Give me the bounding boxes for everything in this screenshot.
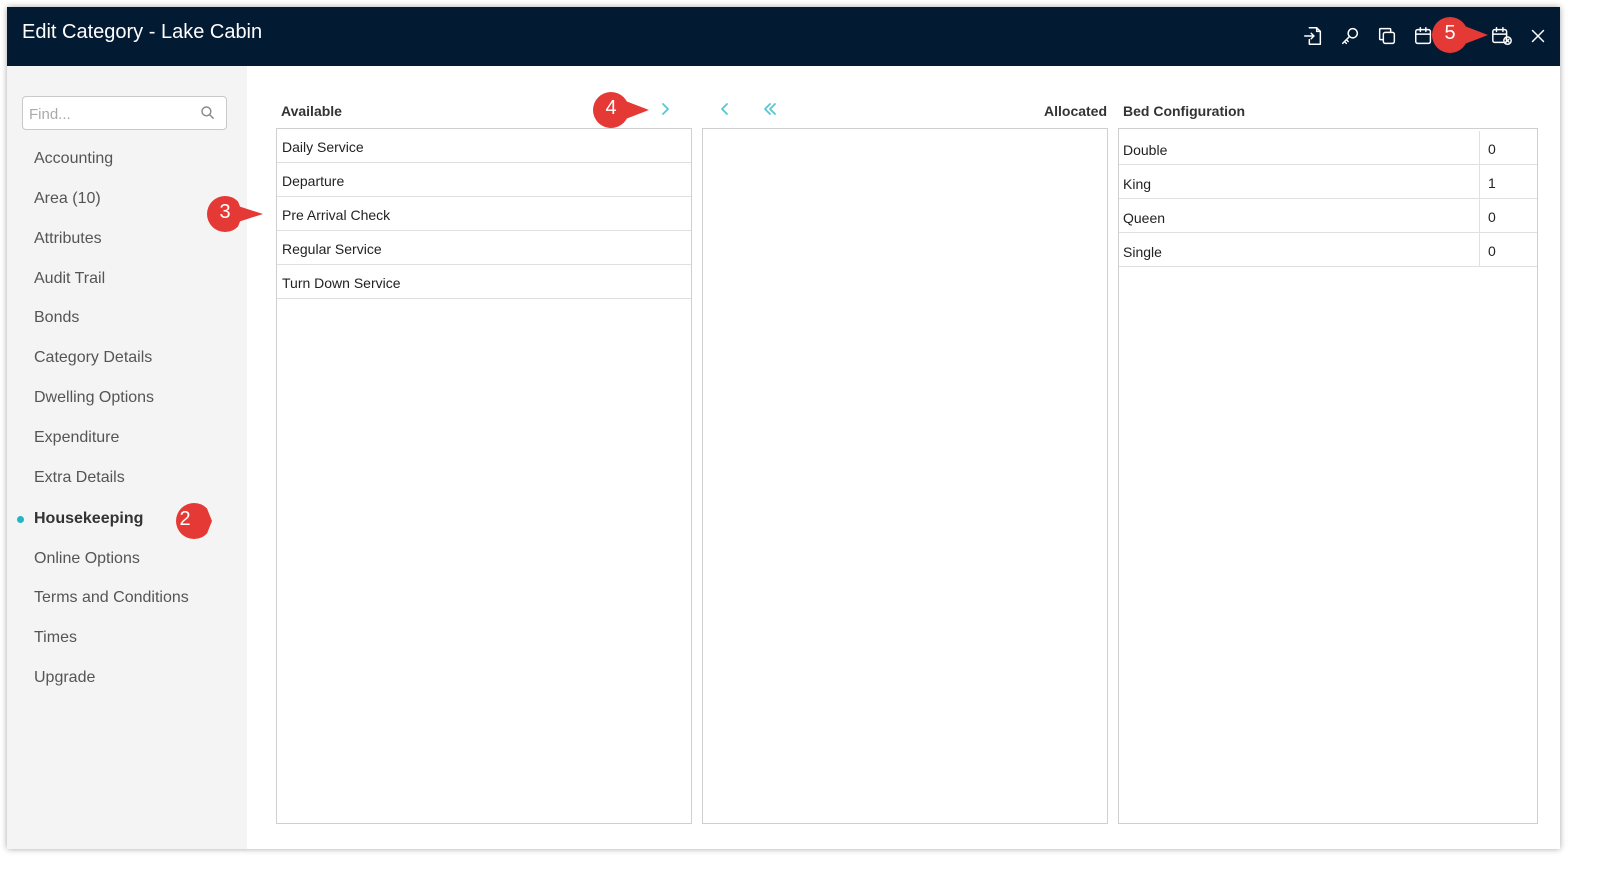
search-input[interactable] — [29, 103, 194, 125]
bed-type-label: King — [1123, 176, 1152, 192]
move-left-button[interactable] — [714, 98, 736, 120]
table-row: Double 0 — [1119, 131, 1537, 165]
list-item[interactable]: Turn Down Service — [277, 265, 691, 299]
sidebar-item-extra-details[interactable]: Extra Details — [34, 469, 125, 487]
bed-configuration-table: Double 0 King 1 Queen 0 Single 0 — [1118, 128, 1538, 824]
key-icon[interactable] — [1337, 23, 1363, 49]
bed-count-field[interactable]: 1 — [1479, 165, 1538, 199]
copy-icon[interactable] — [1374, 23, 1400, 49]
callout-badge-4: 4 — [593, 90, 649, 128]
sidebar-item-terms-and-conditions[interactable]: Terms and Conditions — [34, 589, 189, 607]
title-bar: Edit Category - Lake Cabin — [7, 7, 1560, 66]
available-list: Daily Service Departure Pre Arrival Chec… — [276, 128, 692, 824]
list-item[interactable]: Regular Service — [277, 231, 691, 265]
table-row: King 1 — [1119, 165, 1537, 199]
search-box — [22, 96, 227, 130]
callout-badge-5: 5 — [1432, 15, 1488, 53]
sidebar-item-bonds[interactable]: Bonds — [34, 309, 79, 327]
calendar-cancel-icon[interactable] — [1489, 23, 1515, 49]
bed-type-label: Double — [1123, 142, 1168, 158]
sidebar-item-audit-trail[interactable]: Audit Trail — [34, 270, 105, 288]
sidebar-item-housekeeping[interactable]: Housekeeping — [34, 510, 143, 528]
list-item[interactable]: Daily Service — [277, 129, 691, 163]
sidebar-item-attributes[interactable]: Attributes — [34, 230, 102, 248]
table-row: Queen 0 — [1119, 199, 1537, 233]
bed-count-field[interactable]: 0 — [1479, 131, 1538, 165]
edit-category-window: Edit Category - Lake Cabin Accounting Ar… — [7, 7, 1560, 849]
sidebar-item-upgrade[interactable]: Upgrade — [34, 669, 95, 687]
list-item[interactable]: Departure — [277, 163, 691, 197]
search-icon[interactable] — [200, 105, 218, 123]
move-right-button[interactable] — [654, 98, 676, 120]
table-row: Single 0 — [1119, 233, 1537, 267]
sidebar-item-online-options[interactable]: Online Options — [34, 550, 140, 568]
bed-type-label: Single — [1123, 244, 1162, 260]
list-item[interactable]: Pre Arrival Check — [277, 197, 691, 231]
sidebar-item-expenditure[interactable]: Expenditure — [34, 429, 119, 447]
sidebar-item-area[interactable]: Area (10) — [34, 190, 101, 208]
active-indicator-dot — [17, 516, 24, 523]
sidebar: Accounting Area (10) Attributes Audit Tr… — [7, 66, 247, 849]
move-all-left-button[interactable] — [759, 98, 781, 120]
window-title: Edit Category - Lake Cabin — [22, 21, 263, 43]
bed-count-field[interactable]: 0 — [1479, 199, 1538, 233]
sidebar-item-dwelling-options[interactable]: Dwelling Options — [34, 389, 154, 407]
sidebar-item-accounting[interactable]: Accounting — [34, 150, 113, 168]
callout-badge-3: 3 — [207, 194, 263, 233]
import-icon[interactable] — [1300, 23, 1326, 49]
allocated-list — [702, 128, 1108, 824]
bed-configuration-header: Bed Configuration — [1123, 103, 1246, 119]
sidebar-item-times[interactable]: Times — [34, 629, 77, 647]
bed-type-label: Queen — [1123, 210, 1166, 226]
bed-count-field[interactable]: 0 — [1479, 233, 1538, 267]
close-icon[interactable] — [1525, 23, 1551, 49]
callout-badge-2: 2 — [152, 501, 212, 540]
sidebar-item-category-details[interactable]: Category Details — [34, 349, 152, 367]
available-header: Available — [281, 103, 342, 119]
allocated-header: Allocated — [1044, 103, 1108, 119]
